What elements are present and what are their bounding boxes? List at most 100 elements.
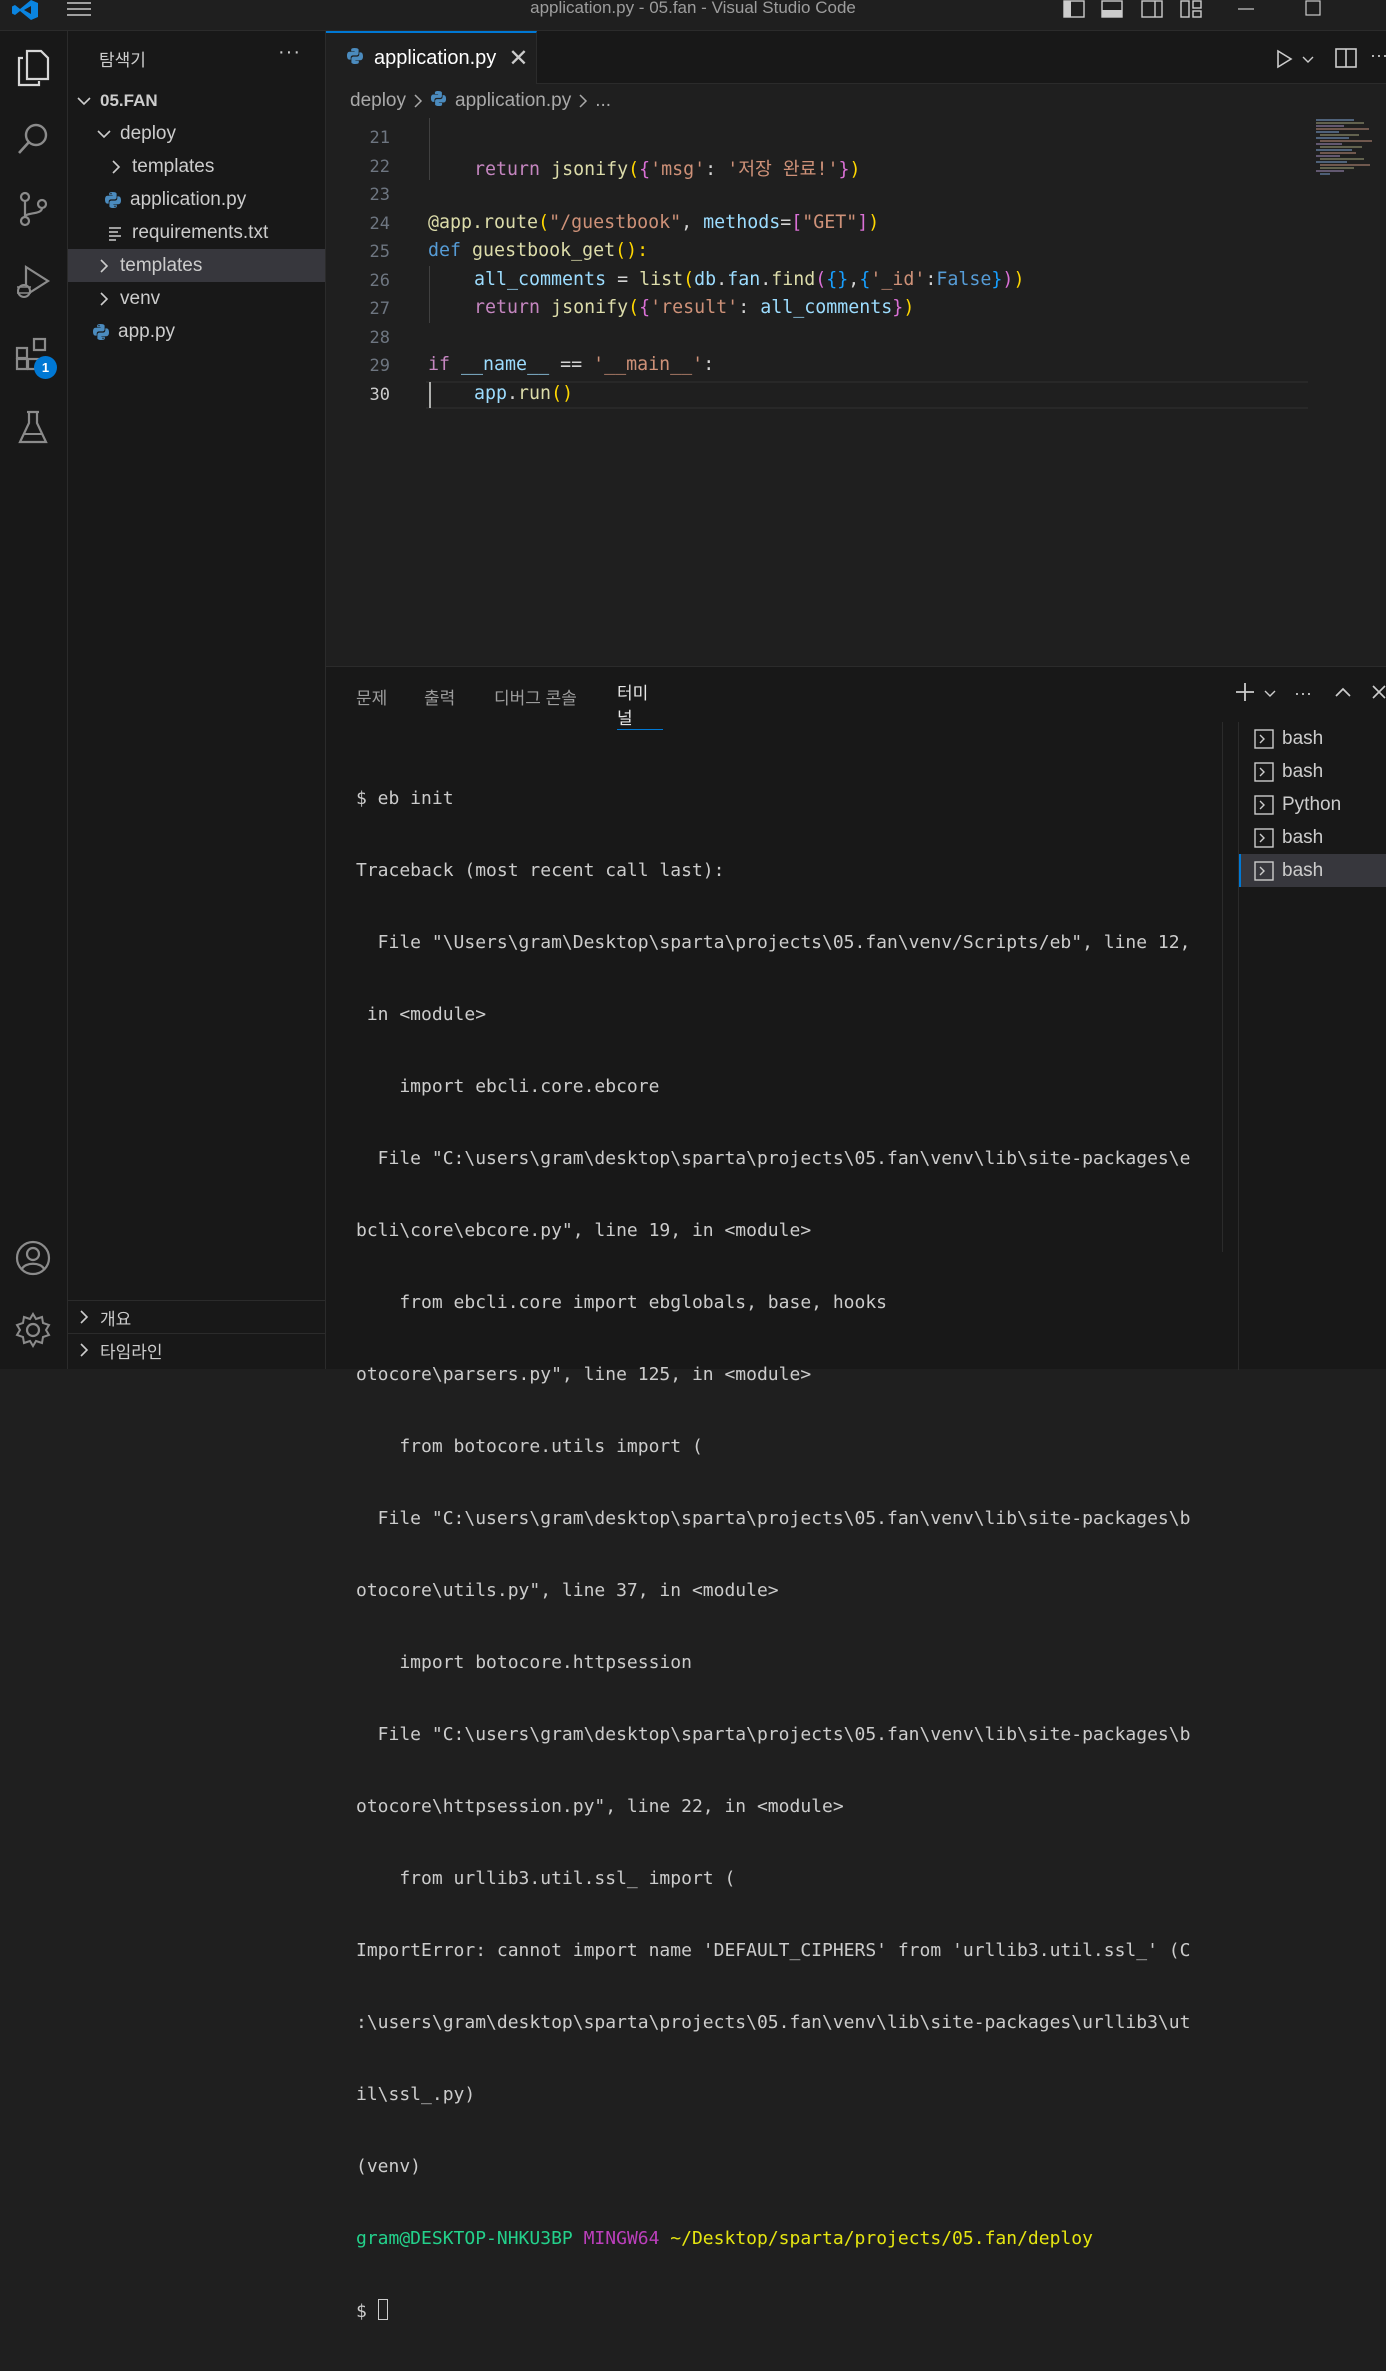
prompt-user-host: gram@DESKTOP-NHKU3BP	[356, 2228, 573, 2249]
explorer-header: 탐색기	[99, 51, 146, 70]
tree-folder-deploy-templates[interactable]: templates	[68, 150, 325, 183]
tree-folder-venv[interactable]: venv	[68, 282, 325, 315]
run-debug-icon[interactable]	[10, 259, 56, 305]
customize-layout-icon[interactable]	[1180, 0, 1202, 18]
terminal-line: from botocore.utils import (	[356, 1436, 703, 1457]
chevron-right-icon	[80, 1343, 89, 1357]
line-number: 26	[369, 271, 390, 291]
terminal-line: bcli\core\ebcore.py", line 19, in <modul…	[356, 1220, 812, 1241]
chevron-down-icon	[77, 96, 91, 105]
terminal-instance[interactable]: bash	[1239, 722, 1386, 755]
close-panel-icon[interactable]	[1372, 685, 1386, 699]
testing-icon[interactable]	[10, 405, 56, 451]
terminal-input-line[interactable]: $	[356, 2299, 1216, 2323]
terminal-icon	[1254, 827, 1274, 848]
terminal-name: bash	[1282, 760, 1324, 782]
panel-more-actions[interactable]: ···	[1294, 683, 1312, 704]
close-tab-icon[interactable]: ✕	[508, 44, 528, 73]
minimap[interactable]	[1314, 118, 1384, 198]
terminal-line: import ebcli.core.ebcore	[356, 1076, 660, 1097]
tree-file-requirements[interactable]: requirements.txt	[68, 216, 325, 249]
maximize-icon[interactable]	[1303, 0, 1323, 18]
indent-guide	[429, 266, 430, 323]
explorer-more-actions[interactable]: ···	[278, 41, 301, 64]
tab-output[interactable]: 출력	[424, 684, 455, 709]
split-editor-icon[interactable]	[1335, 48, 1357, 68]
tab-debug-console[interactable]: 디버그 콘솔	[494, 684, 577, 709]
accounts-icon[interactable]	[10, 1235, 56, 1281]
chevron-right-icon	[80, 1310, 89, 1324]
breadcrumb-folder[interactable]: deploy	[350, 90, 406, 112]
terminal-line: otocore\httpsession.py", line 22, in <mo…	[356, 1796, 844, 1817]
tree-folder-deploy[interactable]: deploy	[68, 117, 325, 150]
terminal-line: (venv)	[356, 2156, 422, 2177]
terminal-icon	[1254, 794, 1274, 815]
chevron-down-icon	[97, 129, 111, 138]
tab-application-py[interactable]: application.py ✕	[326, 31, 537, 84]
tab-label: application.py	[374, 47, 497, 69]
terminal-line: from urllib3.util.ssl_ import (	[356, 1868, 736, 1889]
timeline-section[interactable]: 타임라인	[68, 1333, 325, 1366]
toggle-primary-sidebar-icon[interactable]	[1063, 0, 1085, 18]
prompt-path: ~/Desktop/sparta/projects/05.fan/deploy	[670, 2228, 1093, 2249]
tree-label: app.py	[118, 320, 176, 342]
chevron-right-icon	[100, 291, 109, 306]
tree-file-app-py[interactable]: app.py	[68, 315, 325, 348]
code-editor[interactable]: 21 22 23 24 25 26 27 28 29 30 return jso…	[326, 118, 1386, 666]
tree-label: deploy	[120, 122, 176, 144]
code-line-22: return jsonify({'msg': '저장 완료!'})	[474, 159, 861, 180]
explorer-icon[interactable]	[10, 45, 56, 91]
python-file-icon	[346, 47, 364, 71]
maximize-panel-chevron-up-icon[interactable]	[1334, 685, 1352, 699]
tree-folder-templates[interactable]: templates	[68, 249, 325, 282]
terminal-instance[interactable]: bash	[1239, 755, 1386, 788]
terminal-name: bash	[1282, 727, 1324, 749]
tree-label: application.py	[130, 188, 247, 210]
terminal-name: Python	[1282, 793, 1342, 815]
terminal-instance[interactable]: Python	[1239, 788, 1386, 821]
terminal-launch-profile-chevron-icon[interactable]	[1264, 689, 1276, 699]
code-line-24: @app.route("/guestbook", methods=["GET"]…	[428, 212, 880, 233]
run-python-file-icon[interactable]	[1274, 49, 1294, 69]
toggle-secondary-sidebar-icon[interactable]	[1141, 0, 1163, 18]
tab-terminal[interactable]: 터미널	[617, 684, 663, 730]
tab-problems[interactable]: 문제	[356, 684, 387, 709]
breadcrumb-symbol[interactable]: ...	[595, 90, 611, 112]
tree-label: templates	[120, 254, 203, 276]
line-number: 25	[369, 242, 390, 262]
line-number: 28	[369, 328, 390, 348]
terminal-output[interactable]: $ eb init Traceback (most recent call la…	[356, 739, 1216, 2371]
tree-file-application-py[interactable]: application.py	[68, 183, 325, 216]
terminal-line: ImportError: cannot import name 'DEFAULT…	[356, 1940, 1191, 1961]
terminal-line: :\users\gram\desktop\sparta\projects\05.…	[356, 2012, 1191, 2033]
window-title: application.py - 05.fan - Visual Studio …	[530, 0, 856, 17]
terminal-line: from ebcli.core import ebglobals, base, …	[356, 1292, 888, 1313]
new-terminal-plus-icon[interactable]	[1234, 681, 1256, 703]
code-line-25: def guestbook_get():	[428, 240, 649, 261]
editor-more-actions[interactable]: ···	[1370, 45, 1386, 66]
terminal-icon	[1254, 728, 1274, 749]
source-control-icon[interactable]	[10, 186, 56, 232]
search-icon[interactable]	[10, 116, 56, 162]
terminal-instance-active[interactable]: bash	[1239, 854, 1386, 887]
code-line-30: app.run()	[474, 383, 574, 404]
terminal-name: bash	[1282, 826, 1324, 848]
terminal-instance[interactable]: bash	[1239, 821, 1386, 854]
manage-gear-icon[interactable]	[10, 1307, 56, 1353]
terminal-line: File "C:\users\gram\desktop\sparta\proje…	[356, 1148, 1191, 1169]
breadcrumb-file[interactable]: application.py	[455, 90, 571, 112]
minimize-icon[interactable]	[1236, 0, 1256, 18]
terminal-name: bash	[1282, 859, 1324, 881]
breadcrumb: deploy application.py ...	[326, 84, 1386, 118]
chevron-right-icon	[112, 159, 121, 174]
outline-section[interactable]: 개요	[68, 1300, 325, 1333]
toggle-panel-icon[interactable]	[1101, 0, 1123, 18]
activity-bar: 1	[0, 31, 68, 1369]
tree-root-05-fan[interactable]: 05.FAN	[68, 84, 325, 117]
bottom-panel: 문제 출력 디버그 콘솔 터미널 ··· $ eb init Traceback…	[326, 666, 1386, 2322]
terminal-line: $ eb init	[356, 788, 454, 809]
terminal-scrollbar[interactable]	[1222, 722, 1223, 1252]
run-options-chevron-icon[interactable]	[1302, 55, 1314, 65]
line-number: 22	[369, 157, 390, 177]
tree-label: venv	[120, 287, 161, 309]
